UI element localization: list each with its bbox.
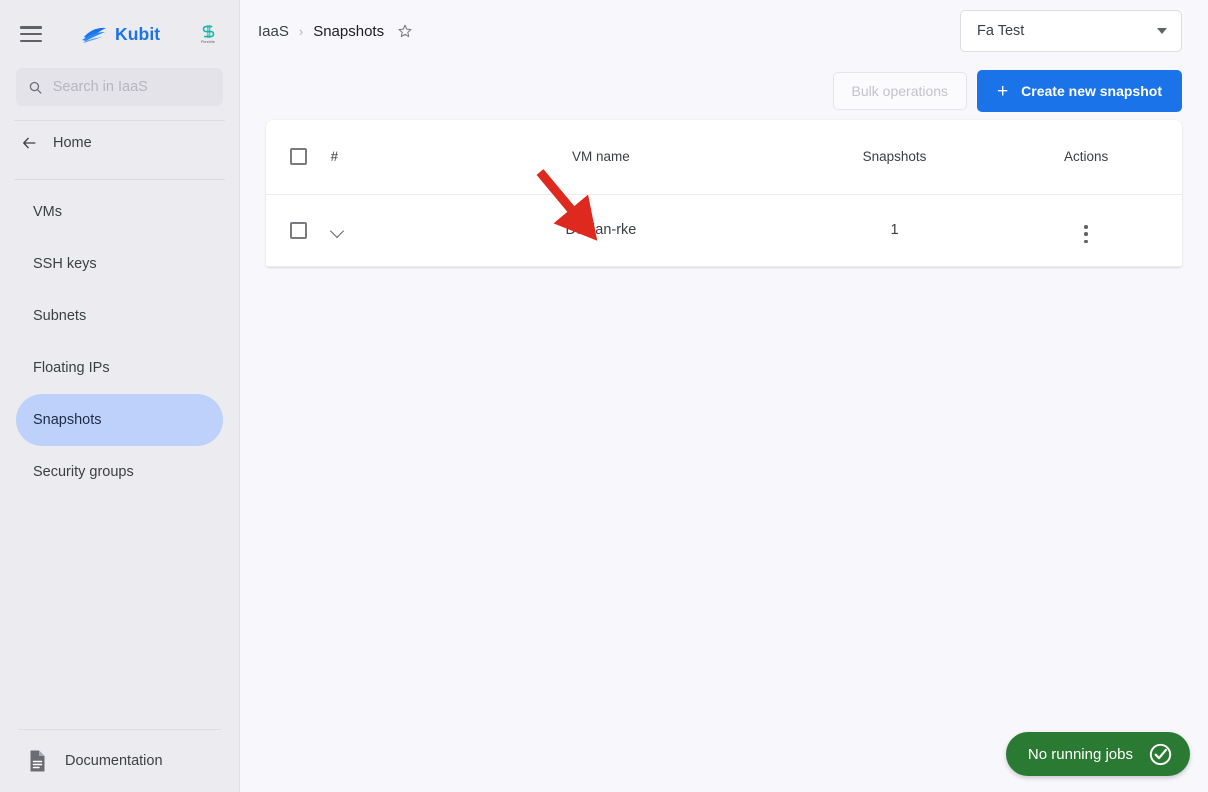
- create-new-snapshot-button[interactable]: + Create new snapshot: [977, 70, 1182, 112]
- bulk-operations-button[interactable]: Bulk operations: [832, 72, 968, 110]
- sidebar-item-label: Floating IPs: [33, 360, 110, 376]
- sidebar-header: Kubit Flexible: [0, 0, 239, 68]
- favorite-star-icon[interactable]: [397, 23, 413, 39]
- action-bar: Bulk operations + Create new snapshot: [240, 62, 1208, 120]
- sidebar-item-floating-ips[interactable]: Floating IPs: [16, 342, 223, 394]
- wave-logo-icon: [82, 27, 106, 43]
- check-circle-icon: [1149, 743, 1172, 765]
- partner-caption: Flexible: [201, 39, 215, 45]
- sidebar-item-label: VMs: [33, 204, 62, 220]
- sidebar-item-vms[interactable]: VMs: [16, 186, 223, 238]
- sidebar-item-snapshots[interactable]: Snapshots: [16, 394, 223, 446]
- more-vertical-icon[interactable]: [1084, 225, 1088, 244]
- breadcrumb: IaaS › Snapshots: [258, 23, 413, 40]
- project-select-value: Fa Test: [977, 23, 1025, 39]
- document-icon: [30, 750, 45, 772]
- header-number-cell: #: [330, 120, 404, 195]
- table-head: # VM name Snapshots Actions: [266, 120, 1182, 195]
- project-select[interactable]: Fa Test: [960, 10, 1182, 52]
- sidebar-item-label: Subnets: [33, 308, 87, 324]
- table-row[interactable]: Debian-rke 1: [266, 194, 1182, 267]
- plus-icon: +: [997, 80, 1009, 102]
- sidebar-item-ssh-keys[interactable]: SSH keys: [16, 238, 223, 290]
- expand-row-chevron-down-icon[interactable]: [331, 226, 345, 234]
- sidebar-item-label: Snapshots: [33, 412, 102, 428]
- sidebar-nav: VMs SSH keys Subnets Floating IPs Snapsh…: [0, 180, 239, 498]
- row-select-cell: [266, 194, 331, 267]
- main-content: IaaS › Snapshots Fa Test Bulk operations…: [240, 0, 1208, 792]
- brand-name: Kubit: [115, 23, 161, 44]
- table-card-container: # VM name Snapshots Actions Debian-rke 1: [240, 120, 1208, 267]
- search-icon: [29, 81, 42, 94]
- sidebar-item-label: SSH keys: [33, 256, 97, 272]
- running-jobs-status-pill[interactable]: No running jobs: [1005, 732, 1190, 776]
- row-vm-name: Debian-rke: [403, 194, 799, 267]
- table-body: Debian-rke 1: [266, 194, 1182, 267]
- arrow-left-icon: [23, 137, 36, 149]
- top-bar: IaaS › Snapshots Fa Test: [240, 0, 1208, 62]
- sidebar-item-documentation[interactable]: Documentation: [0, 730, 239, 792]
- sidebar-item-home[interactable]: Home: [0, 121, 239, 165]
- brand-logo[interactable]: Kubit: [82, 24, 160, 45]
- row-expand-cell: [330, 194, 404, 267]
- hamburger-icon[interactable]: [20, 26, 42, 42]
- row-actions-cell: [990, 194, 1182, 267]
- sidebar-documentation-label: Documentation: [65, 753, 163, 769]
- row-checkbox[interactable]: [289, 221, 307, 239]
- sidebar: Kubit Flexible Search in IaaS Home VMs S…: [0, 0, 240, 792]
- snapshots-table: # VM name Snapshots Actions Debian-rke 1: [266, 120, 1182, 267]
- breadcrumb-item-snapshots[interactable]: Snapshots: [313, 23, 384, 40]
- breadcrumb-item-iaas[interactable]: IaaS: [258, 23, 289, 40]
- search-box[interactable]: [16, 68, 223, 106]
- header-snapshots-cell: Snapshots: [798, 120, 991, 195]
- status-badge: No running jobs: [1027, 745, 1133, 763]
- select-all-checkbox[interactable]: [289, 148, 307, 166]
- header-actions-cell: Actions: [990, 120, 1182, 195]
- row-snapshots-count: 1: [798, 194, 991, 267]
- partner-s-logo-icon[interactable]: Flexible: [195, 19, 221, 49]
- sidebar-item-subnets[interactable]: Subnets: [16, 290, 223, 342]
- sidebar-item-security-groups[interactable]: Security groups: [16, 446, 223, 498]
- sidebar-search-container: [0, 68, 239, 106]
- table-header-row: # VM name Snapshots Actions: [266, 120, 1182, 195]
- partner-mark-glyph: [202, 24, 214, 39]
- app-root: Kubit Flexible Search in IaaS Home VMs S…: [0, 0, 1208, 792]
- snapshots-table-card: # VM name Snapshots Actions Debian-rke 1: [266, 120, 1182, 267]
- header-vm-name-cell: VM name: [403, 120, 799, 195]
- search-input[interactable]: [52, 79, 211, 95]
- header-select-all-cell: [266, 120, 331, 195]
- create-new-snapshot-label: Create new snapshot: [1021, 83, 1162, 99]
- breadcrumb-separator: ›: [298, 23, 304, 39]
- sidebar-item-label: Security groups: [33, 464, 134, 480]
- sidebar-home-label: Home: [53, 135, 92, 151]
- chevron-down-icon: [1157, 28, 1167, 34]
